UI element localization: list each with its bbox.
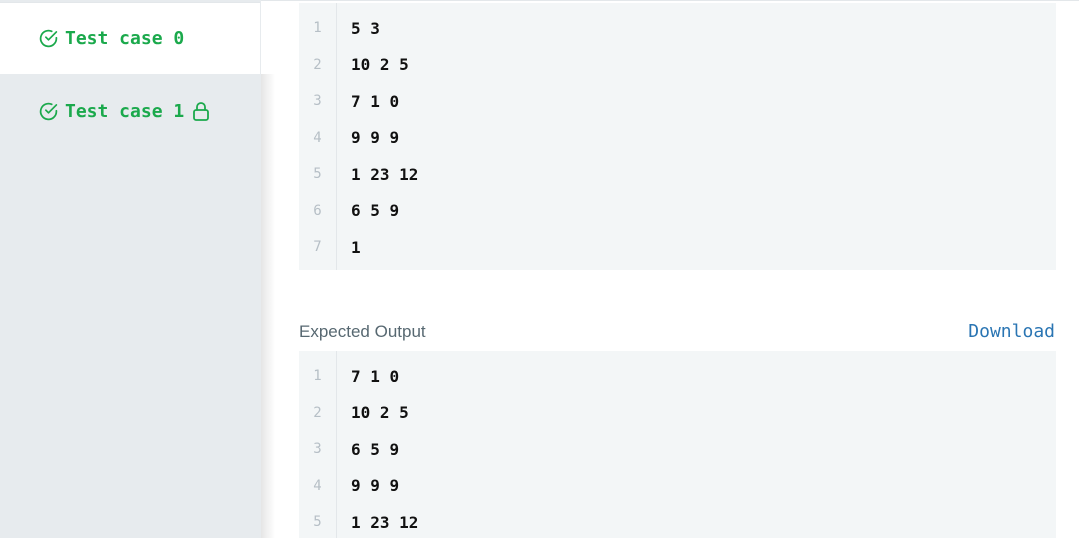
code-text: 1 23 12 [351, 512, 419, 532]
line-number: 1 [313, 20, 322, 36]
line-number: 3 [313, 441, 322, 457]
code-text: 1 23 12 [351, 164, 419, 184]
code-line: 5 1 23 12 [299, 156, 1056, 192]
sidebar-shadow [261, 74, 275, 538]
lock-icon [192, 101, 210, 121]
code-line: 4 9 9 9 [299, 468, 1056, 504]
download-link[interactable]: Download [968, 321, 1055, 342]
tab-test-case-0[interactable]: Test case 0 [0, 2, 260, 74]
line-number: 3 [313, 93, 322, 109]
code-text: 1 [351, 237, 361, 257]
code-line: 2 10 2 5 [299, 47, 1056, 83]
input-code-block: 15 3 2 10 2 537 1 049 9 951 23 12 6 6 5 971 [299, 3, 1056, 270]
code-line: 4 9 9 9 [299, 120, 1056, 156]
tab-label: Test case 0 [65, 28, 185, 49]
expected-output-label: Expected Output [299, 322, 426, 341]
test-case-sidebar: Test case 0 Test case 1 [0, 0, 261, 538]
check-circle-icon [38, 28, 59, 49]
line-number: 4 [313, 477, 322, 494]
code-text: 5 3 [351, 18, 380, 38]
code-line: 71 [299, 229, 1056, 265]
code-text: 7 1 0 [351, 91, 400, 111]
code-text: 10 2 5 [351, 55, 409, 74]
code-line: 6 6 5 9 [299, 193, 1056, 229]
code-text: 6 5 9 [351, 439, 400, 459]
code-line: 5 1 23 12 [299, 504, 1056, 540]
code-line: 1 7 1 0 [299, 358, 1056, 394]
code-line: 3 6 5 9 [299, 431, 1056, 467]
code-text: 7 1 0 [351, 366, 400, 386]
tab-label: Test case 1 [65, 100, 185, 122]
line-number: 5 [313, 166, 322, 182]
line-number: 1 [313, 368, 322, 384]
code-text: 10 2 5 [351, 403, 409, 422]
line-number: 2 [313, 404, 322, 421]
code-line: 2 10 2 5 [299, 395, 1056, 431]
expected-output-code-block: 1 7 1 0 2 10 2 5 3 6 5 9 4 9 9 9 5 1 23 12 [299, 351, 1056, 538]
line-number: 5 [313, 514, 322, 530]
code-text: 9 9 9 [351, 476, 400, 495]
line-number: 6 [313, 202, 322, 219]
top-border [261, 0, 1079, 1]
check-circle-icon [38, 101, 59, 122]
code-text: 6 5 9 [351, 201, 400, 220]
tab-test-case-1[interactable]: Test case 1 [0, 75, 261, 147]
line-number: 7 [313, 239, 322, 255]
line-number: 4 [313, 129, 322, 146]
code-line: 3 7 1 0 [299, 83, 1056, 119]
line-number: 2 [313, 56, 322, 73]
code-line: 1 5 3 [299, 10, 1056, 46]
code-text: 9 9 9 [351, 128, 400, 147]
